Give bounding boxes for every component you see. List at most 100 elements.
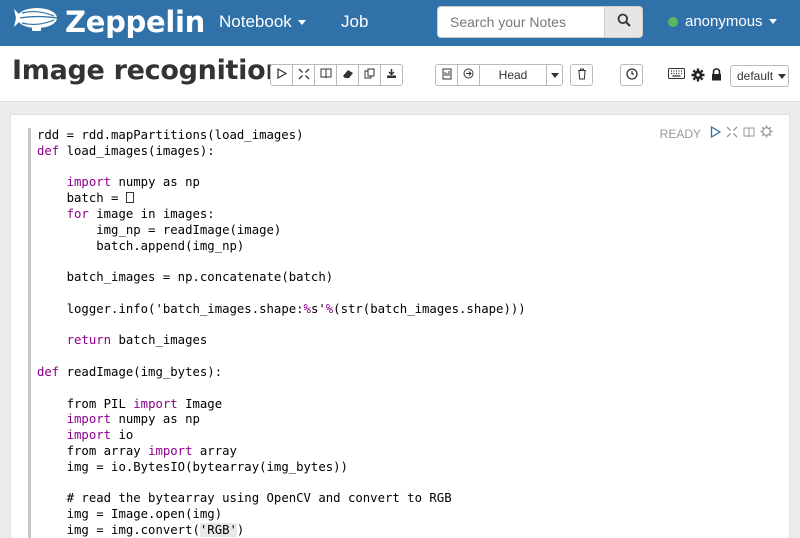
- brand-name: Zeppelin: [65, 5, 206, 39]
- zeppelin-logo-icon: [12, 5, 60, 40]
- code-keyword: %: [303, 301, 311, 316]
- notebook-title[interactable]: Image recognition: [12, 55, 285, 86]
- code-token: batch.append(img_np): [96, 238, 245, 253]
- code-editor[interactable]: rdd = rdd.mapPartitions(load_images)def …: [28, 128, 728, 538]
- clear-output-icon: [342, 68, 354, 82]
- scheduler-button[interactable]: [620, 64, 643, 86]
- code-token: rdd = rdd.mapPartitions(load_images): [37, 128, 304, 142]
- code-line: def readImage(img_bytes):: [37, 365, 728, 381]
- notebook-menu[interactable]: Notebook: [219, 12, 306, 32]
- chevron-down-icon: [778, 73, 787, 79]
- commit-button[interactable]: [457, 64, 480, 86]
- export-button[interactable]: [380, 64, 403, 86]
- job-link[interactable]: Job: [341, 12, 368, 32]
- clear-output-button[interactable]: [336, 64, 359, 86]
- code-line: return batch_images: [37, 333, 728, 349]
- code-token: img = io.BytesIO(bytearray(img_bytes)): [66, 459, 348, 474]
- code-keyword: for: [66, 206, 89, 221]
- chevron-down-icon: [550, 72, 559, 78]
- code-keyword: import: [66, 175, 112, 190]
- run-all-button[interactable]: [270, 64, 293, 86]
- search-form: [437, 6, 643, 38]
- top-navbar: Zeppelin Notebook Job anonymous: [0, 0, 800, 46]
- keyboard-shortcut-icon[interactable]: [668, 68, 685, 79]
- code-token: from array: [66, 443, 149, 458]
- trash-icon: [577, 68, 587, 83]
- delete-notebook-button[interactable]: [570, 64, 593, 86]
- code-token: image in images:: [88, 206, 215, 221]
- lock-icon[interactable]: [711, 68, 722, 81]
- code-keyword: return: [66, 333, 112, 348]
- search-button[interactable]: [604, 7, 642, 37]
- connection-status-indicator: [668, 16, 678, 27]
- revision-head-button[interactable]: Head: [479, 64, 547, 86]
- code-keyword: import: [148, 443, 193, 458]
- search-input[interactable]: [438, 7, 606, 37]
- scheduler-group: [620, 64, 643, 86]
- interpreter-binding-select[interactable]: default: [730, 65, 789, 87]
- code-token: ): [236, 522, 245, 537]
- code-token: (str(batch_images.shape))): [333, 301, 526, 316]
- code-line: for image in images:: [37, 207, 728, 223]
- export-icon: [386, 68, 397, 82]
- brand-logo-link[interactable]: Zeppelin: [12, 4, 205, 40]
- code-token: io: [111, 428, 134, 443]
- toggle-code-button[interactable]: [292, 64, 315, 86]
- clone-icon: [364, 68, 375, 82]
- code-token: img = Image.open(img): [66, 507, 223, 522]
- version-control-icon: [442, 68, 452, 83]
- code-token: s': [310, 301, 326, 316]
- hide-output-icon[interactable]: [743, 125, 755, 143]
- code-line: import numpy as np: [37, 412, 728, 428]
- clock-icon: [625, 67, 638, 83]
- revision-dropdown-toggle[interactable]: [546, 64, 563, 86]
- code-line: batch_images = np.concatenate(batch): [37, 270, 728, 286]
- code-token: array: [192, 443, 237, 458]
- code-line: rdd = rdd.mapPartitions(load_images): [37, 128, 728, 144]
- code-line: img_np = readImage(image): [37, 223, 728, 239]
- code-line: batch =: [37, 191, 728, 207]
- code-line: batch.append(img_np): [37, 239, 728, 255]
- run-all-icon: [276, 67, 287, 82]
- code-line: def load_images(images):: [37, 144, 728, 160]
- chevron-down-icon: [297, 20, 306, 26]
- code-keyword: import: [66, 428, 112, 443]
- interpreter-binding-value: default: [737, 69, 774, 83]
- clone-button[interactable]: [358, 64, 381, 86]
- code-keyword: def: [37, 143, 60, 158]
- code-token: # read the bytearray using OpenCV and co…: [66, 491, 452, 506]
- toggle-output-button[interactable]: [314, 64, 337, 86]
- notebook-menu-label: Notebook: [219, 12, 292, 31]
- bracket-match-highlight: [125, 192, 134, 204]
- code-line: img = Image.open(img): [37, 507, 728, 523]
- gear-icon[interactable]: [691, 68, 705, 82]
- code-token: img = img.convert(: [66, 522, 200, 537]
- code-token: from PIL: [66, 396, 134, 411]
- code-line: img = img.convert('RGB'): [37, 522, 728, 538]
- code-token: readImage(img_bytes):: [59, 364, 223, 379]
- selected-text: 'RGB': [199, 522, 237, 537]
- version-control-button[interactable]: [435, 64, 458, 86]
- code-token: logger.info('batch_images.shape:: [66, 301, 304, 316]
- code-line: from array import array: [37, 444, 728, 460]
- notebook-actions-group: [270, 64, 403, 86]
- code-line: import numpy as np: [37, 175, 728, 191]
- paragraph-cell: READY rdd = rdd.mapPartitions(load_image…: [10, 114, 790, 538]
- toggle-code-icon: [298, 68, 310, 83]
- code-token: numpy as np: [111, 412, 200, 427]
- version-control-group: Head: [435, 64, 563, 86]
- commit-icon: [463, 68, 474, 82]
- code-token: batch =: [66, 191, 126, 206]
- user-menu[interactable]: anonymous: [668, 13, 777, 30]
- settings-icon[interactable]: [760, 125, 773, 143]
- delete-group: [570, 64, 593, 86]
- username: anonymous: [685, 13, 763, 30]
- code-line: logger.info('batch_images.shape:%s'%(str…: [37, 302, 728, 318]
